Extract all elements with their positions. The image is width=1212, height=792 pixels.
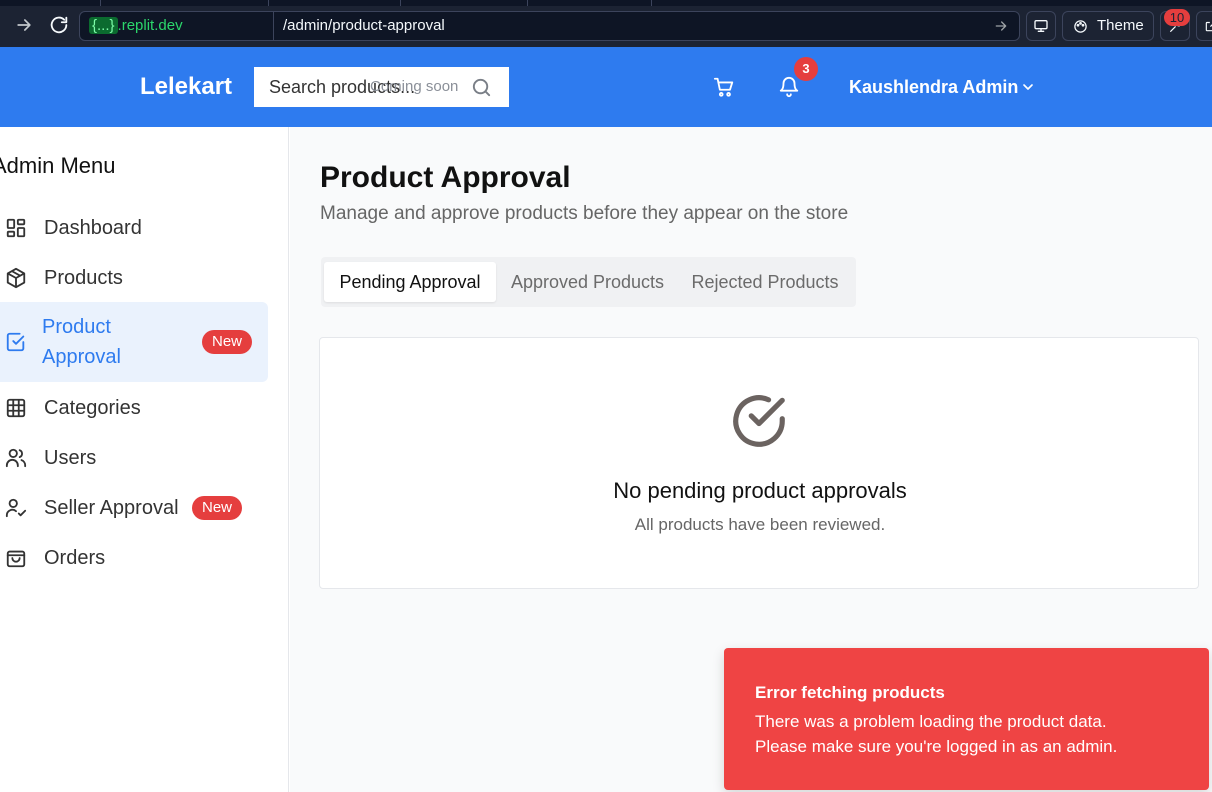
forward-arrow-icon[interactable] <box>14 15 34 35</box>
checkbox-icon <box>6 332 25 352</box>
new-badge: New <box>202 330 253 354</box>
sidebar-item-label: Categories <box>44 397 141 419</box>
palette-icon <box>1074 20 1087 33</box>
sidebar-item-categories[interactable]: Categories <box>0 383 268 433</box>
url-domain: {...} .replit.dev <box>83 15 189 37</box>
grid-icon <box>6 398 26 418</box>
approval-tabs: Pending Approval Approved Products Rejec… <box>321 257 856 307</box>
shopping-bag-icon <box>6 550 26 568</box>
tab-rejected-products[interactable]: Rejected Products <box>679 262 851 302</box>
page-title: Product Approval <box>320 161 571 194</box>
sidebar-item-product-approval[interactable]: Product Approval New <box>0 302 268 382</box>
notification-badge: 3 <box>794 57 818 81</box>
url-path[interactable]: /admin/product-approval <box>283 12 445 40</box>
toast-title: Error fetching products <box>755 683 945 702</box>
theme-button[interactable]: Theme <box>1062 11 1154 41</box>
empty-state-title: No pending product approvals <box>613 478 907 503</box>
cart-icon[interactable] <box>713 76 735 98</box>
empty-state-text: All products have been reviewed. <box>634 515 886 534</box>
sidebar-item-label: Products <box>44 267 123 289</box>
go-arrow-icon[interactable] <box>993 18 1009 34</box>
sidebar-item-label: Users <box>44 447 97 469</box>
browser-toolbar: {...} .replit.dev /admin/product-approval… <box>0 0 1212 47</box>
toast-message-line: Please make sure you're logged in as an … <box>755 737 1118 756</box>
url-bar[interactable]: {...} .replit.dev /admin/product-approval <box>79 11 1020 41</box>
monitor-icon <box>1034 19 1048 32</box>
sidebar-item-seller-approval[interactable]: Seller Approval New <box>0 483 268 533</box>
sidebar-item-label: Seller Approval <box>44 497 179 519</box>
sidebar-item-label: Orders <box>44 547 106 569</box>
brand-logo[interactable]: Lelekart <box>140 47 232 127</box>
notification-count-badge: 10 <box>1164 9 1190 26</box>
page-subtitle: Manage and approve products before they … <box>320 203 849 224</box>
admin-sidebar: Admin Menu Dashboard Products Product Ap… <box>0 127 289 792</box>
search-coming-soon-hint: Coming soon <box>370 78 459 95</box>
open-external-button[interactable] <box>1196 11 1212 41</box>
app-header: Lelekart Coming soon 3 Kaushlendra Admin <box>0 47 1212 127</box>
search-box: Coming soon <box>254 67 509 107</box>
sidebar-item-products[interactable]: Products <box>0 253 268 303</box>
user-menu-name[interactable]: Kaushlendra Admin <box>849 47 1018 127</box>
browser-tab-strip <box>0 0 1212 6</box>
sidebar-item-orders[interactable]: Orders <box>0 533 268 583</box>
users-icon <box>5 448 27 468</box>
new-badge: New <box>192 496 243 520</box>
error-toast[interactable]: Error fetching products There was a prob… <box>724 648 1209 790</box>
tab-approved-products[interactable]: Approved Products <box>500 262 675 302</box>
chevron-down-icon[interactable] <box>1020 79 1036 95</box>
check-circle-icon <box>733 395 785 447</box>
user-check-icon <box>5 498 27 518</box>
sidebar-item-users[interactable]: Users <box>0 433 268 483</box>
sidebar-item-label: Product Approval <box>42 316 121 368</box>
sidebar-title: Admin Menu <box>0 153 116 178</box>
search-icon[interactable] <box>470 76 493 99</box>
reload-icon[interactable] <box>48 14 70 36</box>
sidebar-item-dashboard[interactable]: Dashboard <box>0 203 268 253</box>
empty-state-card: No pending product approvals All product… <box>319 337 1199 589</box>
tab-pending-approval[interactable]: Pending Approval <box>324 262 496 302</box>
bell-icon[interactable] <box>778 76 800 98</box>
theme-label: Theme <box>1097 17 1144 34</box>
devtools-button[interactable] <box>1026 11 1056 41</box>
package-icon <box>6 267 26 289</box>
external-link-icon <box>1205 21 1212 32</box>
url-divider <box>273 12 274 40</box>
toast-message-line: There was a problem loading the product … <box>755 712 1107 731</box>
dashboard-icon <box>6 218 26 238</box>
sidebar-item-label: Dashboard <box>44 217 142 239</box>
